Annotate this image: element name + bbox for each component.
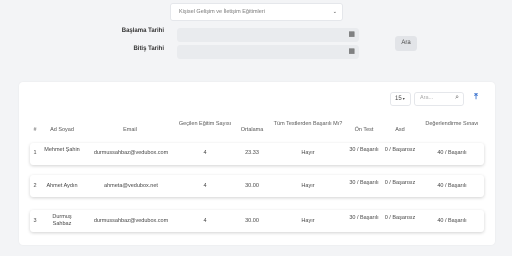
- row-average: 30.00: [245, 218, 259, 224]
- header-num: #: [33, 127, 37, 133]
- row-all-passed: Hayır: [301, 218, 315, 224]
- row-passed: 4: [203, 183, 207, 189]
- row-pretest: 30 / Başarılı: [349, 147, 379, 153]
- row-average: 23.33: [245, 150, 259, 156]
- table-search-input[interactable]: Ara... ⌕: [414, 92, 464, 106]
- row-email: durmussahbaz@vedubox.com: [93, 218, 169, 224]
- search-placeholder: Ara...: [420, 95, 434, 101]
- row-num: 2: [33, 183, 37, 189]
- page-size-value: 15: [395, 96, 402, 102]
- row-num: 1: [33, 150, 37, 156]
- header-pretest: Ön Test: [354, 127, 374, 133]
- row-eval: 40 / Başarılı: [437, 183, 467, 189]
- row-pretest: 30 / Başarılı: [349, 215, 379, 221]
- row-all-passed: Hayır: [301, 183, 315, 189]
- header-average: Ortalama: [240, 127, 264, 133]
- row-name: Mehmet Şahin: [44, 147, 80, 153]
- chevron-down-icon: ⌄: [332, 9, 337, 15]
- row-asd: 0 / Başarısız: [384, 215, 416, 221]
- header-email: Email: [123, 127, 137, 133]
- page-size-select[interactable]: 15 ▾: [390, 92, 411, 106]
- row-eval: 40 / Başarılı: [437, 218, 467, 224]
- end-date-input[interactable]: ▦: [177, 45, 359, 59]
- row-asd: 0 / Başarısız: [384, 180, 416, 186]
- row-passed: 4: [203, 218, 207, 224]
- course-select[interactable]: Kişisel Gelişim ve İletişim Eğitimleri ⌄: [170, 3, 343, 21]
- header-passed-count: Geçilen Eğitim Sayısı: [178, 121, 232, 127]
- calendar-icon[interactable]: ▦: [348, 47, 355, 57]
- row-num: 3: [33, 218, 37, 224]
- chevron-down-icon: ▾: [401, 96, 405, 101]
- header-name: Ad Soyad: [50, 127, 74, 133]
- start-date-input[interactable]: ▦: [177, 28, 359, 42]
- row-eval: 40 / Başarılı: [437, 150, 467, 156]
- row-email: ahmeta@vedubox.net: [104, 183, 158, 189]
- row-name: Ahmet Aydın: [46, 183, 78, 189]
- row-passed: 4: [203, 150, 207, 156]
- export-icon[interactable]: ⤒: [470, 92, 482, 106]
- calendar-icon[interactable]: ▦: [348, 30, 355, 40]
- search-icon: ⌕: [455, 94, 459, 101]
- header-all-passed: Tüm Testlerden Başarılı Mı?: [273, 121, 343, 127]
- header-eval: Değerlendirme Sınavı: [425, 121, 479, 127]
- row-pretest: 30 / Başarılı: [349, 180, 379, 186]
- row-asd: 0 / Başarısız: [384, 147, 416, 153]
- end-date-label: Bitiş Tarihi: [133, 46, 164, 52]
- row-average: 30.00: [245, 183, 259, 189]
- start-date-label: Başlama Tarihi: [121, 28, 164, 34]
- row-name: Durmuş Sahbaz: [52, 214, 72, 227]
- search-button[interactable]: Ara: [395, 36, 417, 51]
- course-select-value: Kişisel Gelişim ve İletişim Eğitimleri: [179, 9, 265, 15]
- header-asd: Asd: [395, 127, 405, 133]
- row-email: durmussahbaz@vedubox.com: [93, 150, 169, 156]
- row-all-passed: Hayır: [301, 150, 315, 156]
